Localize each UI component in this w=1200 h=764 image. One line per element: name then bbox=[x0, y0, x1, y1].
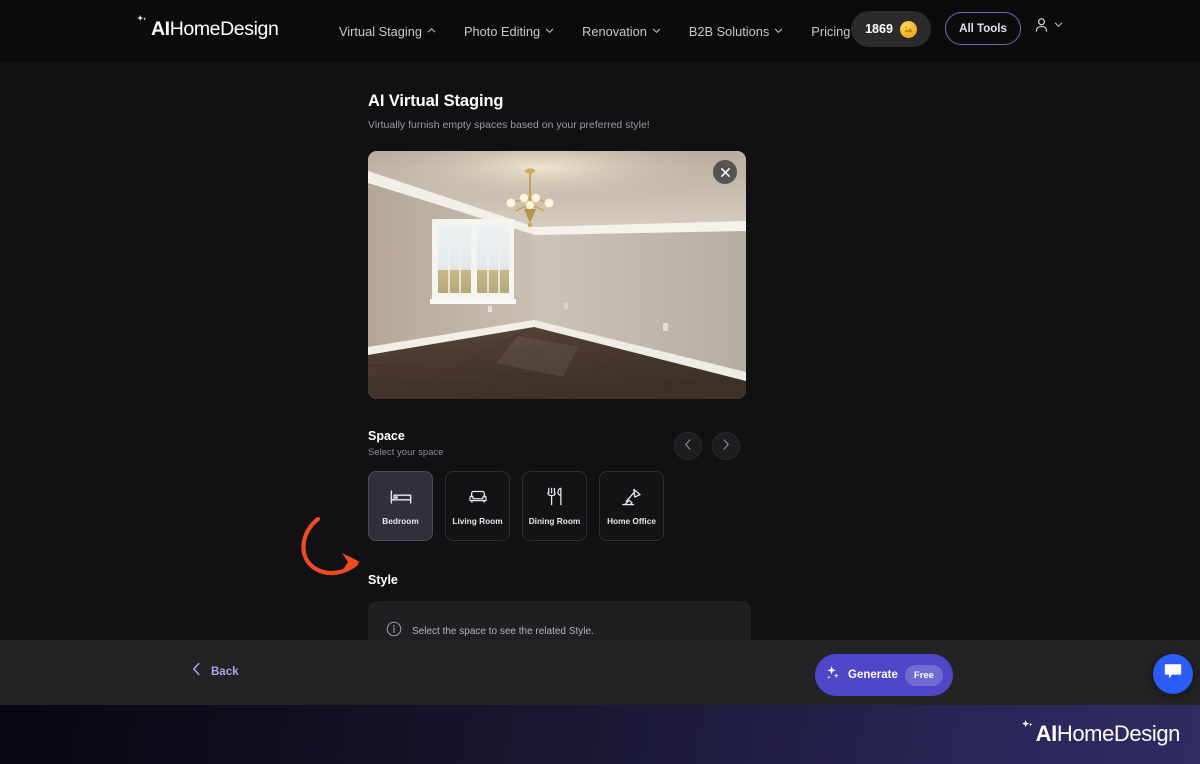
chevron-right-icon bbox=[722, 437, 730, 455]
tool-panel: AI Virtual Staging Virtually furnish emp… bbox=[368, 92, 788, 640]
chat-bubble-icon bbox=[1163, 662, 1183, 686]
bottom-action-bar: Back bbox=[0, 640, 1200, 705]
top-navigation-bar: AIHomeDesign Virtual Staging Photo Editi… bbox=[0, 0, 1200, 62]
main-content-area: AI Virtual Staging Virtually furnish emp… bbox=[0, 62, 1200, 640]
desk-lamp-icon bbox=[621, 487, 642, 507]
space-section: Space Select your space Bedroom Living R… bbox=[368, 429, 758, 541]
nav-item-photo-editing[interactable]: Photo Editing bbox=[450, 0, 568, 62]
all-tools-button[interactable]: All Tools bbox=[945, 12, 1021, 45]
nav-item-label: Renovation bbox=[582, 23, 647, 39]
nav-item-label: Pricing bbox=[811, 23, 851, 39]
page-subtitle: Virtually furnish empty spaces based on … bbox=[368, 119, 650, 131]
space-card-label: Dining Room bbox=[528, 515, 581, 526]
chevron-down-icon bbox=[774, 26, 783, 35]
page-footer: AIHomeDesign bbox=[0, 705, 1200, 764]
brand-logo-text: AIHomeDesign bbox=[151, 18, 279, 40]
space-card-bedroom[interactable]: Bedroom bbox=[368, 471, 433, 541]
sparkle-icon bbox=[1021, 720, 1035, 746]
chevron-up-icon bbox=[427, 26, 436, 35]
bed-icon bbox=[390, 487, 412, 507]
page-title: AI Virtual Staging bbox=[368, 92, 504, 110]
sofa-icon bbox=[468, 487, 488, 507]
cutlery-icon bbox=[546, 487, 564, 507]
footer-brand-logo-text: AIHomeDesign bbox=[1035, 721, 1181, 746]
credits-amount: 1869 bbox=[865, 22, 893, 36]
uploaded-image-preview[interactable] bbox=[368, 151, 746, 399]
space-card-label: Home Office bbox=[607, 515, 656, 526]
close-icon[interactable] bbox=[713, 160, 737, 184]
info-icon bbox=[386, 621, 402, 641]
style-section-title: Style bbox=[368, 573, 398, 587]
nav-item-label: Virtual Staging bbox=[339, 23, 422, 39]
nav-item-label: Photo Editing bbox=[464, 23, 541, 39]
space-card-home-office[interactable]: Home Office bbox=[599, 471, 664, 541]
back-button-label: Back bbox=[211, 665, 239, 678]
sparkle-icon bbox=[137, 15, 150, 41]
space-card-living-room[interactable]: Living Room bbox=[445, 471, 510, 541]
chevron-down-icon bbox=[652, 26, 661, 35]
chevron-down-icon bbox=[545, 26, 554, 35]
sparkle-icon bbox=[825, 665, 841, 686]
free-badge: Free bbox=[904, 664, 943, 686]
style-info-box: Select the space to see the related Styl… bbox=[368, 601, 751, 640]
style-info-text: Select the space to see the related Styl… bbox=[412, 625, 594, 637]
space-carousel-prev-button[interactable] bbox=[674, 432, 702, 460]
nav-menu: Virtual Staging Photo Editing Renovation… bbox=[325, 0, 864, 62]
all-tools-label: All Tools bbox=[959, 22, 1007, 35]
space-carousel-controls bbox=[674, 432, 740, 460]
space-card-label: Bedroom bbox=[382, 515, 419, 526]
brand-logo[interactable]: AIHomeDesign bbox=[137, 15, 279, 41]
space-card-label: Living Room bbox=[452, 515, 503, 526]
nav-item-label: B2B Solutions bbox=[688, 23, 770, 39]
space-carousel-next-button[interactable] bbox=[712, 432, 740, 460]
user-icon bbox=[1034, 17, 1049, 33]
curved-arrow-icon bbox=[292, 516, 372, 592]
app-root: AIHomeDesign Virtual Staging Photo Editi… bbox=[0, 0, 1200, 764]
back-button[interactable]: Back bbox=[192, 662, 239, 681]
generate-button-label: Generate bbox=[848, 669, 898, 681]
style-section: Style Select the space to see the relate… bbox=[368, 573, 753, 640]
chat-widget-button[interactable] bbox=[1153, 654, 1193, 694]
nav-item-b2b-solutions[interactable]: B2B Solutions bbox=[675, 0, 797, 62]
space-card-dining-room[interactable]: Dining Room bbox=[522, 471, 587, 541]
space-card-list: Bedroom Living Room Dining Room Home Off… bbox=[368, 471, 758, 541]
nav-item-virtual-staging[interactable]: Virtual Staging bbox=[325, 0, 450, 62]
chevron-left-icon bbox=[684, 437, 692, 455]
nav-item-renovation[interactable]: Renovation bbox=[568, 0, 675, 62]
chevron-left-icon bbox=[192, 662, 201, 681]
generate-button[interactable]: Generate Free bbox=[815, 654, 953, 696]
footer-brand-logo: AIHomeDesign bbox=[1021, 720, 1181, 746]
coin-icon bbox=[899, 20, 917, 38]
account-menu[interactable] bbox=[1034, 17, 1063, 33]
credits-badge[interactable]: 1869 bbox=[851, 11, 931, 47]
chevron-down-icon bbox=[1054, 20, 1063, 29]
